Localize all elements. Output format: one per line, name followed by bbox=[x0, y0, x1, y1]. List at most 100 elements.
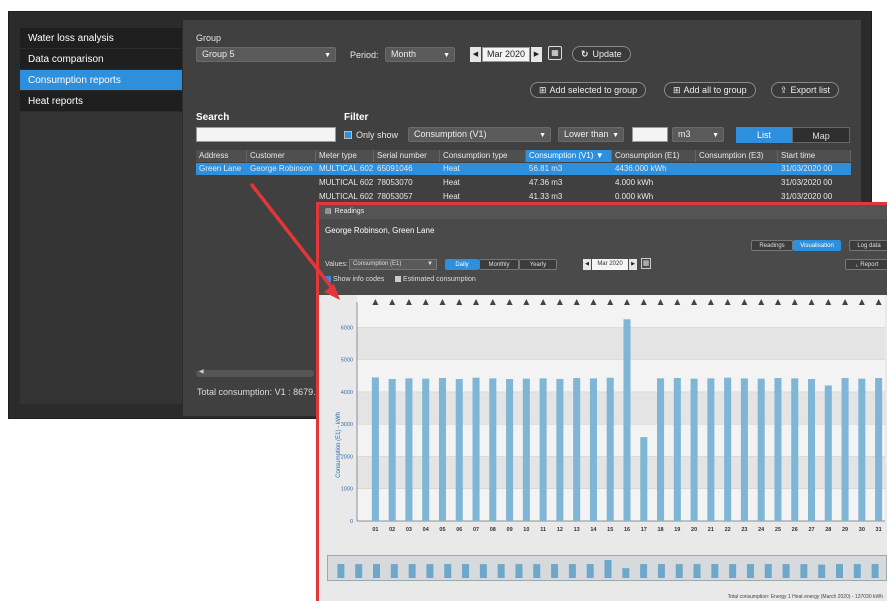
bar-day-06[interactable] bbox=[455, 379, 463, 521]
show-info-codes-checkbox[interactable]: Show info codes bbox=[325, 276, 384, 283]
bar-day-31[interactable] bbox=[875, 378, 883, 521]
bar-day-08[interactable] bbox=[489, 378, 497, 521]
estimated-consumption-checkbox[interactable]: Estimated consumption bbox=[395, 276, 476, 283]
add-selected-to-group-button[interactable]: ⊞ Add selected to group bbox=[530, 82, 647, 98]
bar-day-28[interactable] bbox=[824, 385, 832, 521]
column-header-consumption-e3[interactable]: Consumption (E3) bbox=[696, 150, 778, 162]
bar-day-26[interactable] bbox=[791, 378, 799, 521]
column-header-start-time[interactable]: Start time bbox=[778, 150, 851, 162]
overview-bar bbox=[675, 564, 683, 578]
bar-day-03[interactable] bbox=[405, 378, 413, 521]
column-header-meter-type[interactable]: Meter type bbox=[316, 150, 374, 162]
sidebar-item-consumption-reports[interactable]: Consumption reports bbox=[20, 70, 182, 91]
column-header-serial-number[interactable]: Serial number bbox=[374, 150, 440, 162]
bar-day-15[interactable] bbox=[606, 377, 614, 521]
period-date-field[interactable]: Mar 2020 bbox=[482, 47, 530, 62]
bar-day-07[interactable] bbox=[472, 377, 480, 521]
column-header-address[interactable]: Address bbox=[196, 150, 247, 162]
cell-meter-type: MULTICAL 602 bbox=[319, 164, 374, 173]
bar-day-11[interactable] bbox=[539, 378, 547, 521]
bar-day-29[interactable] bbox=[841, 378, 849, 521]
monthly-button[interactable]: Monthly bbox=[479, 259, 519, 270]
bar-day-24[interactable] bbox=[757, 378, 765, 521]
values-select-value: Consumption (E1) bbox=[353, 261, 402, 267]
search-input[interactable] bbox=[196, 127, 336, 142]
bar-day-14[interactable] bbox=[589, 378, 597, 521]
table-row[interactable]: MULTICAL 602 78053070 Heat 47.36 m3 4.00… bbox=[196, 177, 851, 189]
map-view-button[interactable]: Map bbox=[792, 127, 850, 143]
period-select[interactable]: Month ▼ bbox=[385, 47, 455, 62]
log-data-button[interactable]: Log data bbox=[849, 240, 887, 251]
filter-field-select[interactable]: Consumption (V1) ▼ bbox=[408, 127, 551, 142]
filter-threshold-input[interactable] bbox=[632, 127, 668, 142]
bar-day-21[interactable] bbox=[707, 378, 715, 521]
readings-tab-button[interactable]: Readings bbox=[751, 240, 793, 251]
bar-day-25[interactable] bbox=[774, 378, 782, 521]
bar-day-23[interactable] bbox=[740, 378, 748, 521]
calendar-icon[interactable]: ▦ bbox=[641, 258, 651, 269]
y-tick-label: 3000 bbox=[341, 422, 353, 428]
prev-period-button[interactable]: ◀ bbox=[470, 47, 481, 62]
grid-band bbox=[357, 456, 885, 489]
sidebar-item-data-comparison[interactable]: Data comparison bbox=[20, 49, 182, 70]
x-tick-label: 26 bbox=[792, 527, 798, 533]
column-header-customer[interactable]: Customer bbox=[247, 150, 316, 162]
bar-day-20[interactable] bbox=[690, 378, 698, 521]
sidebar-item-water-loss-analysis[interactable]: Water loss analysis bbox=[20, 28, 182, 49]
cell-consumption-e3 bbox=[696, 177, 778, 189]
filter-unit-select[interactable]: m3 ▼ bbox=[672, 127, 724, 142]
bar-day-13[interactable] bbox=[573, 378, 581, 521]
bar-day-04[interactable] bbox=[422, 378, 430, 521]
readings-date-field[interactable]: Mar 2020 bbox=[592, 259, 628, 270]
next-period-button[interactable]: ▶ bbox=[531, 47, 542, 62]
scroll-left-icon[interactable]: ◀ bbox=[199, 368, 204, 375]
bar-day-22[interactable] bbox=[724, 377, 732, 521]
bar-day-10[interactable] bbox=[522, 378, 530, 521]
report-button[interactable]: ⌞ Report bbox=[845, 259, 887, 270]
group-select-value: Group 5 bbox=[202, 49, 235, 59]
column-header-consumption-e1[interactable]: Consumption (E1) bbox=[612, 150, 696, 162]
list-view-button[interactable]: List bbox=[736, 127, 792, 143]
filter-operator-select[interactable]: Lower than ▼ bbox=[558, 127, 624, 142]
update-button[interactable]: ↻ Update bbox=[572, 46, 631, 62]
bar-day-05[interactable] bbox=[438, 378, 447, 521]
x-tick-label: 07 bbox=[473, 527, 479, 533]
add-all-to-group-button[interactable]: ⊞ Add all to group bbox=[664, 82, 756, 98]
visualisation-tab-button[interactable]: Visualisation bbox=[793, 240, 841, 251]
bar-day-12[interactable] bbox=[556, 379, 564, 521]
bar-day-09[interactable] bbox=[506, 379, 514, 521]
table-horizontal-scrollbar[interactable]: ◀ bbox=[196, 368, 314, 377]
bar-day-17[interactable] bbox=[640, 437, 648, 521]
overview-bar bbox=[515, 564, 523, 578]
bar-day-30[interactable] bbox=[858, 378, 866, 521]
sidebar-item-heat-reports[interactable]: Heat reports bbox=[20, 91, 182, 112]
column-header-consumption-v1[interactable]: Consumption (V1) ▼ bbox=[526, 150, 612, 162]
table-row[interactable]: Green Lane George Robinson MULTICAL 602 … bbox=[196, 163, 851, 175]
values-select[interactable]: Consumption (E1) ▼ bbox=[349, 259, 437, 270]
calendar-icon[interactable]: ▦ bbox=[548, 46, 562, 60]
report-button-label: Report bbox=[860, 262, 879, 268]
bar-day-18[interactable] bbox=[657, 378, 665, 521]
bar-day-02[interactable] bbox=[388, 379, 396, 521]
bar-day-27[interactable] bbox=[807, 379, 816, 521]
export-list-button[interactable]: ⇪ Export list bbox=[771, 82, 840, 98]
overview-bar bbox=[408, 564, 416, 578]
cell-address bbox=[196, 177, 247, 189]
column-header-consumption-type[interactable]: Consumption type bbox=[440, 150, 526, 162]
group-select[interactable]: Group 5 ▼ bbox=[196, 47, 336, 62]
bar-day-16[interactable] bbox=[623, 319, 631, 521]
next-month-button[interactable]: ▶ bbox=[629, 259, 637, 270]
overview-bar bbox=[533, 564, 541, 578]
bar-day-01[interactable] bbox=[371, 377, 379, 521]
prev-month-button[interactable]: ◀ bbox=[583, 259, 591, 270]
bar-day-19[interactable] bbox=[673, 378, 681, 521]
yearly-button[interactable]: Yearly bbox=[519, 259, 557, 270]
x-tick-label: 16 bbox=[624, 527, 630, 533]
only-show-checkbox[interactable]: Only show bbox=[344, 130, 398, 140]
cell-serial-number: 78053070 bbox=[377, 178, 413, 187]
y-tick-label: 0 bbox=[350, 519, 353, 525]
chart-overview-strip[interactable] bbox=[327, 555, 887, 581]
overview-bar bbox=[426, 564, 434, 578]
y-tick-label: 1000 bbox=[341, 487, 353, 493]
daily-button[interactable]: Daily bbox=[445, 259, 479, 270]
